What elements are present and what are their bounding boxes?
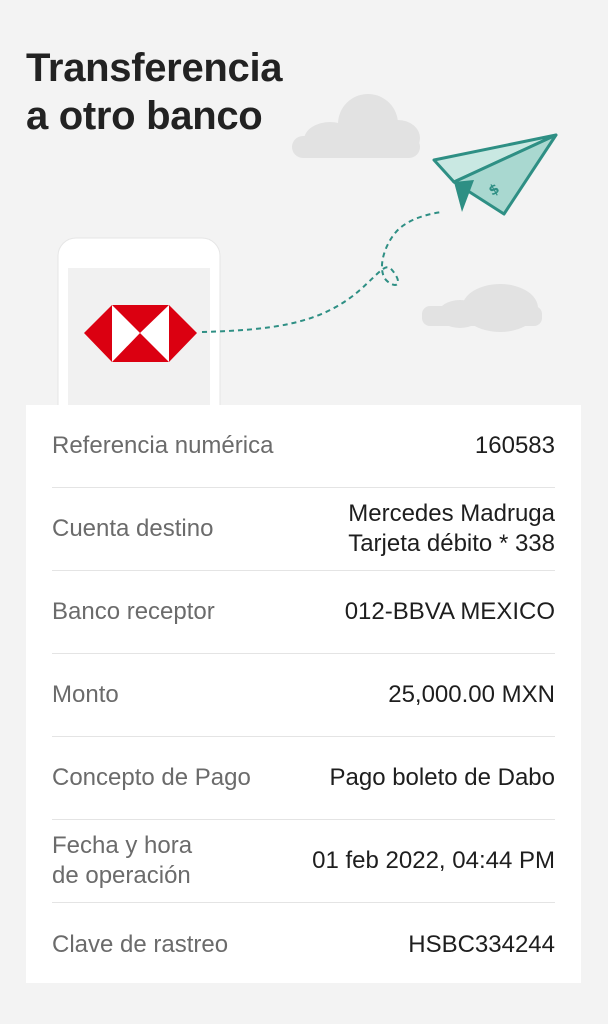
paper-plane-icon: $ — [432, 133, 558, 216]
detail-row-datetime: Fecha y hora de operación 01 feb 2022, 0… — [52, 820, 555, 903]
bank-value: 012-BBVA MEXICO — [344, 598, 555, 625]
detail-row-tracking: Clave de rastreo HSBC334244 — [52, 903, 555, 986]
flight-path — [201, 211, 443, 333]
datetime-label: Fecha y hora de operación — [52, 831, 192, 891]
cloud-icon — [292, 94, 420, 158]
detail-row-concept: Concepto de Pago Pago boleto de Dabo — [52, 737, 555, 820]
destination-name: Mercedes Madruga — [348, 500, 555, 527]
detail-row-reference: Referencia numérica 160583 — [52, 405, 555, 488]
datetime-value: 01 feb 2022, 04:44 PM — [312, 847, 555, 874]
concept-label: Concepto de Pago — [52, 764, 251, 791]
reference-label: Referencia numérica — [52, 432, 274, 459]
transfer-illustration: $ — [57, 94, 558, 420]
detail-row-amount: Monto 25,000.00 MXN — [52, 654, 555, 737]
reference-value: 160583 — [474, 432, 555, 459]
datetime-label-line2: de operación — [52, 862, 191, 889]
transfer-details-card: Referencia numérica 160583 Cuenta destin… — [26, 405, 581, 983]
concept-value: Pago boleto de Dabo — [329, 764, 555, 791]
detail-row-bank: Banco receptor 012-BBVA MEXICO — [52, 571, 555, 654]
datetime-label-line1: Fecha y hora — [52, 832, 193, 859]
tracking-label: Clave de rastreo — [52, 930, 229, 958]
amount-label: Monto — [52, 681, 119, 708]
tracking-value: HSBC334244 — [408, 930, 555, 958]
destination-label: Cuenta destino — [52, 515, 214, 542]
bank-label: Banco receptor — [52, 598, 215, 625]
detail-row-destination: Cuenta destino Mercedes Madruga Tarjeta … — [52, 488, 555, 571]
amount-value: 25,000.00 MXN — [388, 681, 555, 708]
destination-card: Tarjeta débito * 338 — [348, 530, 555, 557]
destination-value: Mercedes Madruga Tarjeta débito * 338 — [348, 499, 555, 559]
cloud-icon — [422, 284, 542, 332]
